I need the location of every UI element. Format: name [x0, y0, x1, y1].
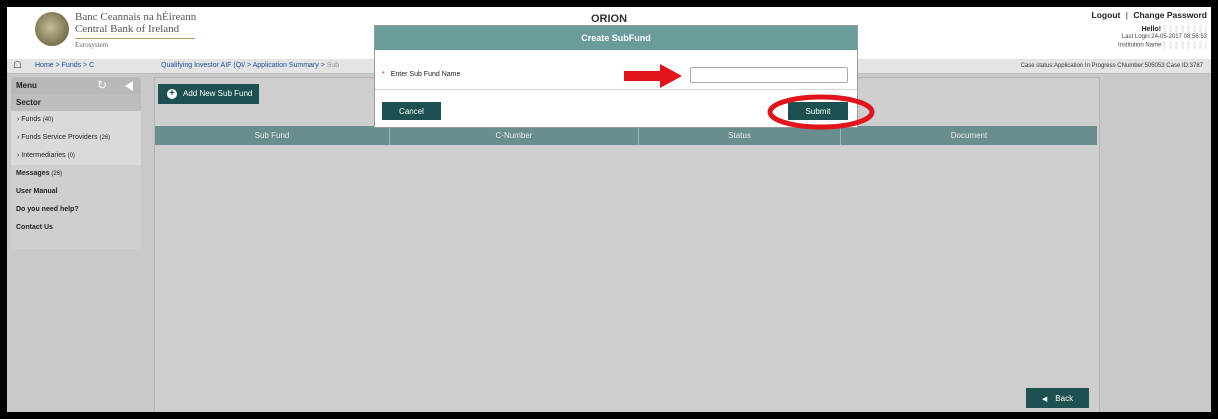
- breadcrumb-subfund[interactable]: Sub: [327, 62, 339, 69]
- back-button[interactable]: ◀ Back: [1026, 388, 1089, 408]
- institution-name-label: Institution Name: [1117, 42, 1162, 49]
- sidebar-item-label: Funds Service Providers: [21, 134, 98, 141]
- column-header[interactable]: Status: [639, 126, 841, 145]
- back-arrow-icon: ◀: [1041, 395, 1048, 403]
- sidebar-item-count: (26): [51, 171, 63, 177]
- collapse-icon[interactable]: [125, 81, 133, 91]
- sidebar-item-messages[interactable]: Messages (26): [11, 165, 141, 183]
- sidebar-item-funds-service-providers[interactable]: › Funds Service Providers (26): [11, 129, 141, 147]
- home-icon[interactable]: ☖: [13, 60, 22, 71]
- sidebar-item-count: (40): [42, 117, 54, 123]
- column-header[interactable]: Sub Fund: [155, 126, 390, 145]
- sidebar-item-count: (0): [67, 153, 75, 159]
- logout-link[interactable]: Logout: [1092, 10, 1121, 20]
- last-login: Last Login:24-05-2017 08:56:53: [1121, 34, 1207, 40]
- sidebar-item-contact[interactable]: Contact Us: [11, 219, 141, 237]
- cancel-button[interactable]: Cancel: [382, 102, 441, 120]
- app-title: ORION: [590, 13, 628, 25]
- create-subfund-dialog: Create SubFund * Enter Sub Fund Name Canc…: [374, 25, 858, 128]
- back-label: Back: [1055, 393, 1074, 403]
- separator: |: [1125, 10, 1128, 20]
- breadcrumb-path-detail[interactable]: Qualifying Investor AIF (QI/ > Applicati…: [161, 62, 339, 69]
- greeting: Hello!: [1141, 25, 1162, 33]
- sidebar-item-count: (26): [99, 135, 111, 141]
- column-header[interactable]: Document: [841, 126, 1097, 145]
- sidebar-item-label: Intermediaries: [21, 152, 66, 159]
- app-window: Banc Ceannais na hÉireann Central Bank o…: [7, 7, 1211, 412]
- redacted-name: [1163, 25, 1207, 33]
- user-panel: Logout | Change Password Hello! Last Log…: [1089, 10, 1207, 50]
- sidebar-item-intermediaries[interactable]: › Intermediaries (0): [11, 147, 141, 165]
- redacted-institution: [1163, 41, 1207, 49]
- dialog-title: Create SubFund: [375, 26, 857, 50]
- menu-header: Menu ↻: [11, 77, 141, 94]
- subfund-name-label: * Enter Sub Fund Name: [382, 71, 460, 78]
- divider: [375, 89, 857, 90]
- subfund-name-input[interactable]: [690, 67, 848, 83]
- sidebar-item-user-manual[interactable]: User Manual: [11, 183, 141, 201]
- add-sub-fund-button[interactable]: + Add New Sub Fund: [158, 84, 259, 104]
- plus-icon: +: [167, 89, 177, 99]
- sidebar-item-label: Funds: [21, 116, 41, 123]
- sidebar-item-help[interactable]: Do you need help?: [11, 201, 141, 219]
- field-label-text: Enter Sub Fund Name: [390, 71, 461, 78]
- sidebar-item-funds[interactable]: › Funds (40): [11, 111, 141, 129]
- eurosystem-label: Eurosystem: [75, 41, 109, 49]
- menu-label: Menu: [16, 81, 37, 90]
- breadcrumb-path[interactable]: Home > Funds > C: [35, 62, 94, 69]
- add-sub-fund-label: Add New Sub Fund: [183, 89, 253, 99]
- change-password-link[interactable]: Change Password: [1133, 10, 1207, 20]
- sector-label: Sector: [11, 94, 141, 111]
- breadcrumb-application[interactable]: Qualifying Investor AIF (QI/ > Applicati…: [161, 62, 325, 69]
- sidebar-item-label: Messages: [16, 170, 50, 177]
- table-header: Sub Fund C-Number Status Document: [155, 126, 1097, 145]
- refresh-icon[interactable]: ↻: [97, 78, 107, 92]
- case-status: Case status:Application In Progress CNum…: [1020, 63, 1203, 69]
- column-header[interactable]: C-Number: [390, 126, 639, 145]
- divider: [75, 38, 195, 39]
- submit-button[interactable]: Submit: [788, 102, 848, 120]
- sidebar: Menu ↻ Sector › Funds (40) › Funds Servi…: [11, 77, 141, 249]
- required-marker: *: [382, 71, 385, 78]
